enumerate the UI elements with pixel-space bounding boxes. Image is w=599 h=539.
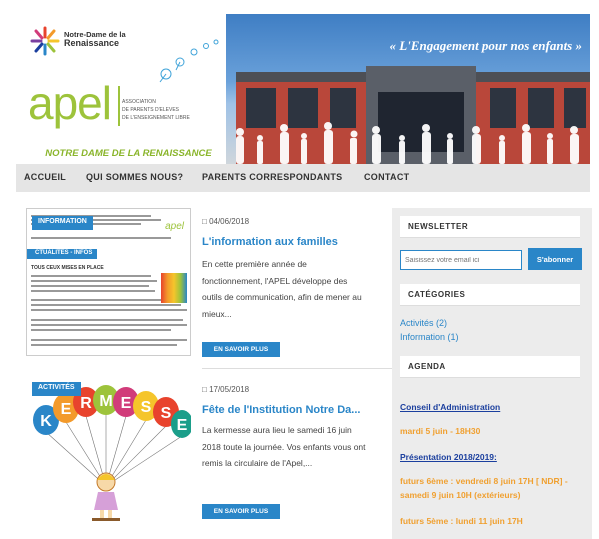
doc-section-title: CTUALITES - INFOS (35, 250, 93, 256)
doc-apel-logo: apel (165, 221, 184, 232)
girl-on-swing-illustration (92, 472, 120, 521)
doc-line (31, 237, 171, 239)
header-banner-image: « L'Engagement pour nos enfants » (226, 14, 590, 164)
doc-line (31, 304, 181, 306)
post-date: □ 04/06/2018 (202, 217, 249, 226)
nav-contact[interactable]: CONTACT (364, 172, 409, 182)
balloon-letter: M (99, 393, 112, 410)
read-more-button[interactable]: EN SAVOIR PLUS (202, 504, 280, 519)
post-excerpt: La kermesse aura lieu le samedi 16 juin … (202, 425, 366, 468)
calendar-icon: □ (202, 385, 210, 394)
post-title[interactable]: Fête de l'Institution Notre Da... (202, 404, 366, 416)
balloon-letter: E (61, 401, 72, 418)
doc-line (31, 329, 171, 331)
post-title[interactable]: L'information aux familles (202, 236, 366, 248)
people-silhouettes (236, 122, 579, 164)
apel-sub-line2: DE PARENTS D'ELEVES (122, 107, 179, 113)
agenda-date: futurs 5ème : lundi 11 juin 17H (400, 516, 523, 526)
post-date: □ 17/05/2018 (202, 385, 249, 394)
agenda-date: futurs 6ème : vendredi 8 juin 17H [ NDR]… (400, 476, 568, 500)
kermesse-balloons-image: K E R M E S S E (26, 376, 191, 526)
apel-logo[interactable]: Notre-Dame de la Renaissance apel ASSOCI… (26, 14, 231, 164)
doc-heading: TOUS CEUX MISES EN PLACE (31, 265, 104, 271)
doc-line (31, 339, 187, 341)
main-nav: ACCUEIL QUI SOMMES NOUS? PARENTS CORRESP… (16, 164, 590, 192)
balloon-letter: R (80, 395, 92, 412)
doc-line (31, 344, 177, 346)
post-excerpt: En cette première année de fonctionnemen… (202, 259, 362, 319)
apel-wordmark: apel (28, 77, 112, 129)
doc-line (31, 280, 157, 282)
post-card: K E R M E S S E ACTIVITÉS □ 17/05/2018 F… (26, 376, 366, 536)
page: Notre-Dame de la Renaissance apel ASSOCI… (0, 0, 599, 539)
sidebar: NEWSLETTER S'abonner CATÉGORIES Activité… (392, 208, 592, 539)
nav-parents-correspondants[interactable]: PARENTS CORRESPONDANTS (202, 172, 342, 182)
categories-heading: CATÉGORIES (400, 284, 580, 306)
nav-qui-sommes-nous[interactable]: QUI SOMMES NOUS? (86, 172, 183, 182)
newsletter-heading: NEWSLETTER (400, 216, 580, 238)
post-date-text: 04/06/2018 (209, 217, 250, 226)
post-category-tag[interactable]: INFORMATION (32, 216, 93, 230)
site-header: Notre-Dame de la Renaissance apel ASSOCI… (26, 14, 590, 164)
balloon-letter: E (177, 417, 188, 434)
nav-accueil[interactable]: ACCUEIL (24, 172, 66, 182)
apel-sub-line3: DE L'ENSEIGNEMENT LIBRE (122, 115, 190, 121)
ndr-banner: NOTRE DAME DE LA RENAISSANCE (45, 148, 212, 159)
agenda-link-presentation[interactable]: Présentation 2018/2019: (400, 452, 497, 462)
balloon-letter: S (161, 405, 172, 422)
doc-line (31, 309, 187, 311)
newsletter-email-input[interactable] (400, 250, 522, 270)
doc-line (31, 285, 149, 287)
agenda-link-conseil[interactable]: Conseil d'Administration (400, 402, 500, 412)
calendar-icon: □ (202, 217, 210, 226)
post-thumbnail[interactable]: K E R M E S S E (26, 376, 191, 526)
doc-line (31, 275, 151, 277)
category-link-information[interactable]: Information (1) (400, 332, 459, 342)
post-divider (202, 368, 392, 369)
apel-subtitle: ASSOCIATION DE PARENTS D'ELEVES DE L'ENS… (122, 98, 190, 122)
balloon-letter: K (40, 413, 52, 430)
agenda-date: mardi 5 juin - 18H30 (400, 426, 481, 436)
header-slogan: « L'Engagement pour nos enfants » (389, 38, 582, 53)
doc-line (31, 319, 183, 321)
doc-pencils-image (161, 273, 187, 303)
post-date-text: 17/05/2018 (209, 385, 250, 394)
doc-line (31, 290, 155, 292)
apel-sub-line1: ASSOCIATION (122, 99, 156, 105)
post-category-tag[interactable]: ACTIVITÉS (32, 382, 81, 396)
read-more-button[interactable]: EN SAVOIR PLUS (202, 342, 280, 357)
balloon-letter: E (121, 395, 132, 412)
newsletter-document-thumbnail: apel CTUALITES - INFOS TOUS CEUX MISES E… (26, 208, 191, 356)
category-link-activites[interactable]: Activités (2) (400, 318, 447, 328)
school-name: Notre-Dame de la Renaissance (64, 30, 126, 48)
doc-line (31, 324, 187, 326)
subscribe-button[interactable]: S'abonner (528, 248, 582, 270)
school-name-line2: Renaissance (64, 38, 120, 48)
dandelion-seeds-icon (159, 39, 219, 83)
balloon-letter: S (141, 399, 152, 416)
sunburst-logo-icon (30, 26, 60, 56)
post-thumbnail[interactable]: apel CTUALITES - INFOS TOUS CEUX MISES E… (26, 208, 191, 356)
post-card: apel CTUALITES - INFOS TOUS CEUX MISES E… (26, 208, 366, 368)
agenda-heading: AGENDA (400, 356, 580, 378)
